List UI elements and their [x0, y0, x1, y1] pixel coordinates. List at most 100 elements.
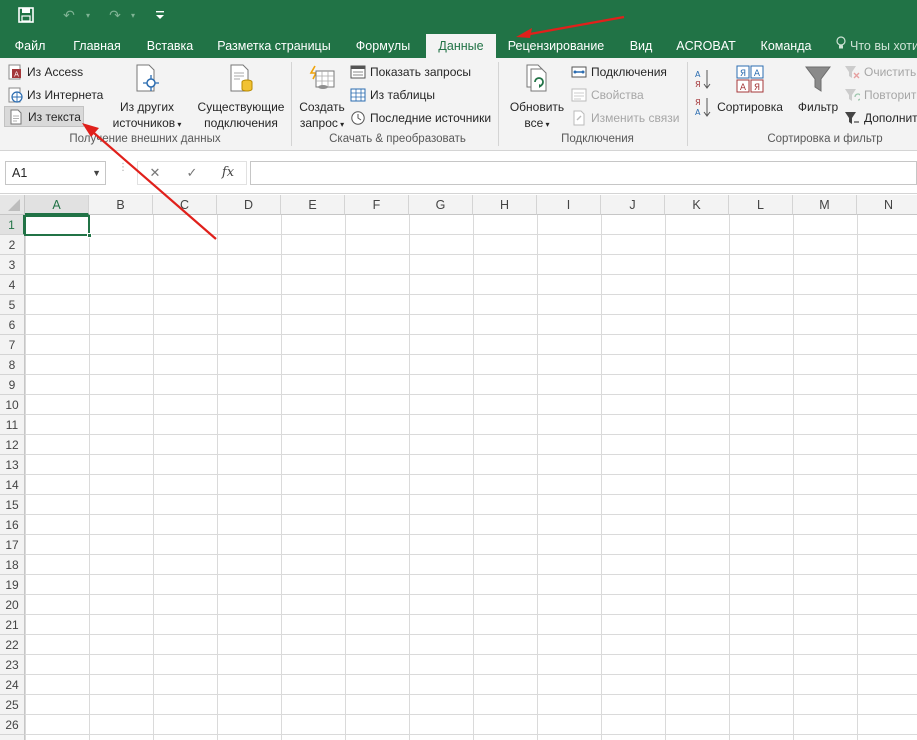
- from-access-button[interactable]: A Из Access: [7, 61, 83, 82]
- from-table-button[interactable]: Из таблицы: [350, 84, 435, 105]
- column-header-b[interactable]: B: [89, 195, 153, 215]
- column-header-l[interactable]: L: [729, 195, 793, 215]
- sort-za-icon: ЯА: [695, 98, 711, 117]
- tab-view[interactable]: Вид: [623, 34, 659, 58]
- show-queries-button[interactable]: Показать запросы: [350, 61, 471, 82]
- row-header-21[interactable]: 21: [0, 615, 25, 635]
- formula-bar-grip[interactable]: ⋮: [118, 163, 128, 180]
- existing-connections-icon: [226, 63, 256, 95]
- row-header-7[interactable]: 7: [0, 335, 25, 355]
- column-header-d[interactable]: D: [217, 195, 281, 215]
- column-header-j[interactable]: J: [601, 195, 665, 215]
- undo-icon[interactable]: ↶: [58, 4, 80, 26]
- from-other-sources-button[interactable]: Из других источников ▾: [110, 63, 184, 133]
- connections-icon: [571, 64, 587, 80]
- tab-formulas[interactable]: Формулы: [347, 34, 419, 58]
- active-cell-a1[interactable]: [24, 215, 90, 236]
- column-header-a[interactable]: A: [25, 195, 89, 215]
- from-web-button[interactable]: Из Интернета: [7, 84, 103, 105]
- row-header-23[interactable]: 23: [0, 655, 25, 675]
- row-header-3[interactable]: 3: [0, 255, 25, 275]
- chevron-down-icon[interactable]: ▼: [92, 162, 101, 184]
- row-header-26[interactable]: 26: [0, 715, 25, 735]
- column-header-f[interactable]: F: [345, 195, 409, 215]
- row-header-4[interactable]: 4: [0, 275, 25, 295]
- row-header-2[interactable]: 2: [0, 235, 25, 255]
- row-header-12[interactable]: 12: [0, 435, 25, 455]
- row-header-27[interactable]: 27: [0, 735, 25, 740]
- new-query-button[interactable]: Создать запрос ▾: [296, 63, 348, 133]
- column-header-m[interactable]: M: [793, 195, 857, 215]
- row-header-18[interactable]: 18: [0, 555, 25, 575]
- tab-data[interactable]: Данные: [426, 34, 496, 58]
- row-header-20[interactable]: 20: [0, 595, 25, 615]
- select-all-button[interactable]: [0, 195, 25, 215]
- row-header-11[interactable]: 11: [0, 415, 25, 435]
- cancel-icon[interactable]: ✕: [144, 161, 166, 185]
- formula-bar: A1 ▼ ⋮ ✕ ✓ fx: [0, 152, 917, 194]
- from-text-button[interactable]: Из текста: [4, 106, 84, 127]
- existing-connections-button[interactable]: Существующие подключения: [194, 63, 288, 131]
- enter-icon[interactable]: ✓: [181, 161, 203, 185]
- row-header-10[interactable]: 10: [0, 395, 25, 415]
- tab-page-layout[interactable]: Разметка страницы: [212, 34, 336, 58]
- tab-team[interactable]: Команда: [753, 34, 819, 58]
- edit-links-button[interactable]: Изменить связи: [571, 107, 679, 128]
- tell-me-search[interactable]: Что вы хоти: [836, 34, 917, 58]
- name-box[interactable]: A1 ▼: [5, 161, 106, 185]
- filter-button[interactable]: Фильтр: [794, 63, 842, 115]
- row-header-6[interactable]: 6: [0, 315, 25, 335]
- connections-button[interactable]: Подключения: [571, 61, 667, 82]
- row-header-22[interactable]: 22: [0, 635, 25, 655]
- row-header-1[interactable]: 1: [0, 215, 25, 235]
- sort-button[interactable]: ЯААЯ Сортировка: [714, 63, 786, 115]
- row-header-16[interactable]: 16: [0, 515, 25, 535]
- save-icon[interactable]: [14, 4, 38, 26]
- row-header-17[interactable]: 17: [0, 535, 25, 555]
- sort-dialog-icon: ЯААЯ: [735, 63, 765, 95]
- column-header-e[interactable]: E: [281, 195, 345, 215]
- row-header-13[interactable]: 13: [0, 455, 25, 475]
- filter-label: Фильтр: [797, 100, 839, 114]
- recent-sources-button[interactable]: Последние источники: [350, 107, 491, 128]
- formula-input[interactable]: [250, 161, 917, 185]
- row-header-24[interactable]: 24: [0, 675, 25, 695]
- column-header-n[interactable]: N: [857, 195, 917, 215]
- undo-dropdown-icon[interactable]: ▾: [82, 4, 94, 26]
- row-header-9[interactable]: 9: [0, 375, 25, 395]
- column-header-i[interactable]: I: [537, 195, 601, 215]
- row-header-5[interactable]: 5: [0, 295, 25, 315]
- column-header-h[interactable]: H: [473, 195, 537, 215]
- sort-az-button[interactable]: АЯ: [694, 68, 712, 90]
- tab-acrobat[interactable]: ACROBAT: [672, 34, 740, 58]
- column-header-g[interactable]: G: [409, 195, 473, 215]
- existing-line2: подключения: [204, 116, 278, 130]
- column-header-c[interactable]: C: [153, 195, 217, 215]
- svg-text:А: А: [695, 70, 701, 79]
- redo-dropdown-icon[interactable]: ▾: [127, 4, 139, 26]
- row-header-15[interactable]: 15: [0, 495, 25, 515]
- row-header-8[interactable]: 8: [0, 355, 25, 375]
- dropdown-arrow-icon: ▾: [175, 120, 182, 129]
- fill-handle[interactable]: [87, 233, 92, 238]
- row-header-14[interactable]: 14: [0, 475, 25, 495]
- insert-function-icon[interactable]: fx: [217, 161, 239, 185]
- reapply-button[interactable]: Повторить: [844, 84, 917, 105]
- tab-home[interactable]: Главная: [66, 34, 128, 58]
- clear-filter-label: Очистить: [864, 64, 917, 79]
- advanced-filter-button[interactable]: Дополнит: [844, 107, 917, 128]
- tab-insert[interactable]: Вставка: [141, 34, 199, 58]
- clear-filter-button[interactable]: Очистить: [844, 61, 916, 82]
- row-header-25[interactable]: 25: [0, 695, 25, 715]
- cell-area[interactable]: [25, 215, 917, 740]
- tab-file[interactable]: Файл: [8, 34, 52, 58]
- properties-button[interactable]: Свойства: [571, 84, 644, 105]
- edit-links-label: Изменить связи: [591, 110, 680, 125]
- customize-qat-icon[interactable]: [152, 4, 168, 26]
- row-header-19[interactable]: 19: [0, 575, 25, 595]
- tab-review[interactable]: Рецензирование: [503, 34, 609, 58]
- column-header-k[interactable]: K: [665, 195, 729, 215]
- refresh-all-button[interactable]: Обновить все ▾: [506, 63, 568, 133]
- redo-icon[interactable]: ↷: [104, 4, 126, 26]
- sort-za-button[interactable]: ЯА: [694, 96, 712, 118]
